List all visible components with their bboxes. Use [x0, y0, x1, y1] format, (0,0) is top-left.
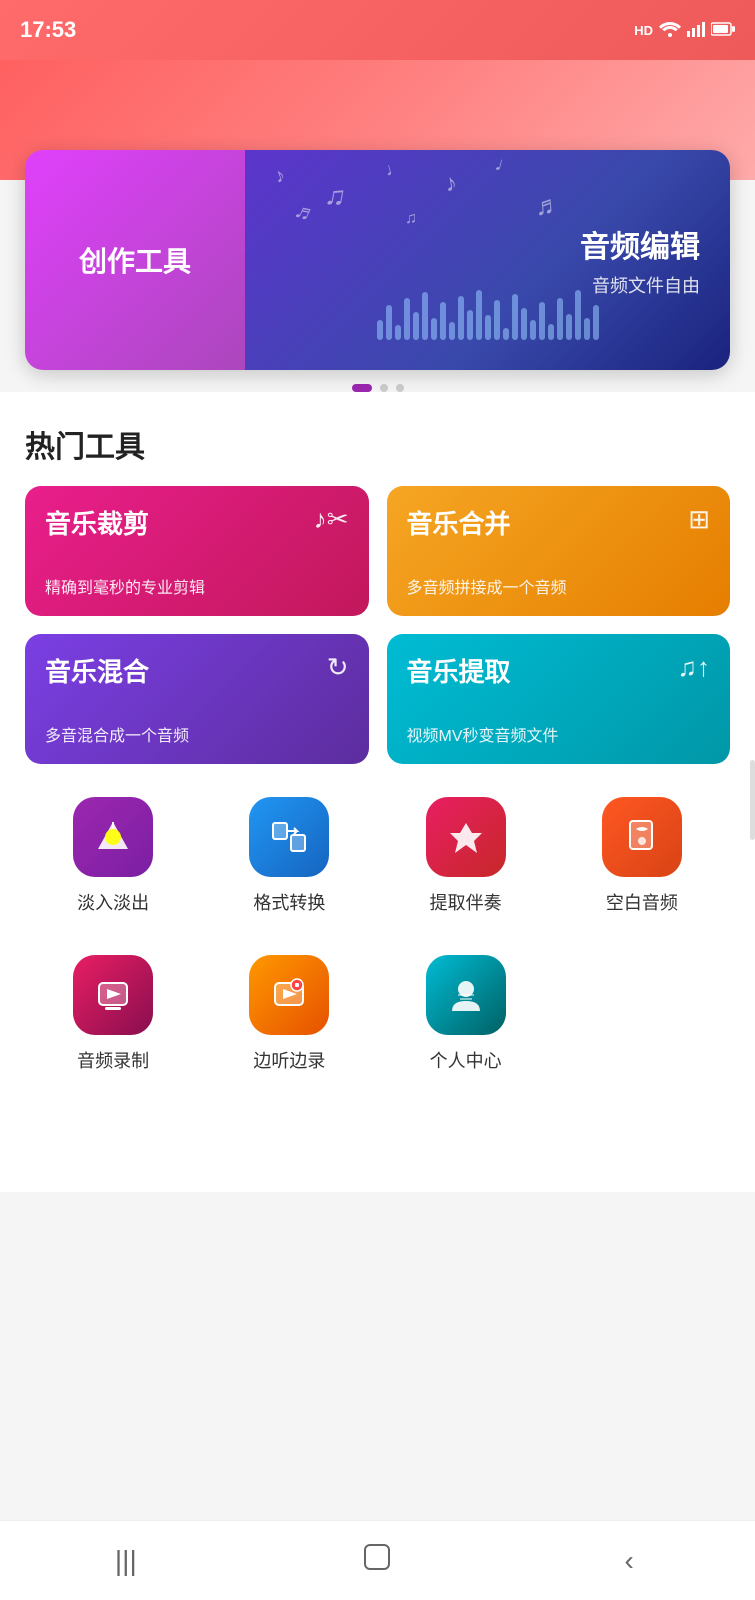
music-cut-header: 音乐裁剪 ♪✂: [45, 504, 349, 541]
music-cut-title: 音乐裁剪: [45, 504, 149, 541]
music-cut-card[interactable]: 音乐裁剪 ♪✂ 精确到毫秒的专业剪辑: [25, 486, 369, 616]
music-extract-card[interactable]: 音乐提取 ♫↑ 视频MV秒变音频文件: [387, 634, 731, 764]
music-merge-card[interactable]: 音乐合并 ⊞ 多音频拼接成一个音频: [387, 486, 731, 616]
format-convert-icon-bg: [249, 797, 329, 877]
dot-3[interactable]: [396, 384, 404, 392]
hd-badge: HD: [634, 23, 653, 38]
nav-home-button[interactable]: [347, 1541, 407, 1581]
personal-center-label: 个人中心: [430, 1047, 502, 1073]
listen-record-icon-bg: [249, 955, 329, 1035]
music-mix-title: 音乐混合: [45, 652, 149, 689]
format-convert-item[interactable]: 格式转换: [201, 782, 377, 930]
music-merge-icon: ⊞: [688, 504, 710, 535]
bottom-nav: ||| ‹: [0, 1520, 755, 1600]
content-area: 热门工具 音乐裁剪 ♪✂ 精确到毫秒的专业剪辑 音乐合并 ⊞ 多音频拼接成一个音…: [0, 392, 755, 1192]
fade-inout-label: 淡入淡出: [77, 889, 149, 915]
format-convert-label: 格式转换: [253, 889, 325, 915]
banner-right-title: 音频编辑: [580, 222, 700, 266]
status-bar: 17:53 HD: [0, 0, 755, 60]
nav-arrow-icon: ‹: [624, 1545, 633, 1577]
music-extract-header: 音乐提取 ♫↑: [407, 652, 711, 689]
extract-beat-icon-bg: [426, 797, 506, 877]
blank-audio-label: 空白音频: [606, 889, 678, 915]
nav-back-button[interactable]: |||: [96, 1541, 156, 1581]
tools-grid: 音乐裁剪 ♪✂ 精确到毫秒的专业剪辑 音乐合并 ⊞ 多音频拼接成一个音频 音乐混…: [0, 486, 755, 1088]
music-merge-header: 音乐合并 ⊞: [407, 504, 711, 541]
status-icons: HD: [634, 21, 735, 40]
waveform: [245, 290, 730, 340]
listen-record-item[interactable]: 边听边录: [201, 940, 377, 1088]
extract-beat-label: 提取伴奏: [430, 889, 502, 915]
music-extract-icon: ♫↑: [678, 652, 711, 683]
music-mix-subtitle: 多音混合成一个音频: [45, 722, 349, 746]
status-time: 17:53: [20, 17, 76, 43]
audio-record-label: 音频录制: [77, 1047, 149, 1073]
nav-home-icon: [361, 1541, 393, 1580]
section-title: 热门工具: [0, 392, 755, 486]
music-cut-subtitle: 精确到毫秒的专业剪辑: [45, 574, 349, 598]
music-merge-subtitle: 多音频拼接成一个音频: [407, 574, 711, 598]
music-merge-title: 音乐合并: [407, 504, 511, 541]
battery-icon: [711, 22, 735, 39]
music-mix-card[interactable]: 音乐混合 ↻ 多音混合成一个音频: [25, 634, 369, 764]
music-extract-subtitle: 视频MV秒变音频文件: [407, 722, 711, 746]
banner-container[interactable]: 创作工具 ♪ ♫ ♩ ♬ ♪ ♫ ♩ ♬: [25, 150, 730, 370]
audio-record-item[interactable]: 音频录制: [25, 940, 201, 1088]
signal-icon: [687, 21, 705, 40]
extract-beat-item[interactable]: 提取伴奏: [378, 782, 554, 930]
blank-audio-icon-bg: [602, 797, 682, 877]
music-mix-icon: ↻: [327, 652, 349, 683]
banner-dots: [25, 384, 730, 392]
wifi-icon: [659, 21, 681, 40]
banner-area: 创作工具 ♪ ♫ ♩ ♬ ♪ ♫ ♩ ♬: [0, 150, 755, 392]
scroll-indicator: [750, 760, 755, 840]
blank-audio-item[interactable]: 空白音频: [554, 782, 730, 930]
fade-inout-icon-bg: [73, 797, 153, 877]
nav-back-icon: |||: [115, 1545, 137, 1577]
big-cards-row-2: 音乐混合 ↻ 多音混合成一个音频 音乐提取 ♫↑ 视频MV秒变音频文件: [25, 634, 730, 764]
music-mix-header: 音乐混合 ↻: [45, 652, 349, 689]
dot-2[interactable]: [380, 384, 388, 392]
fade-inout-item[interactable]: 淡入淡出: [25, 782, 201, 930]
big-cards-row-1: 音乐裁剪 ♪✂ 精确到毫秒的专业剪辑 音乐合并 ⊞ 多音频拼接成一个音频: [25, 486, 730, 616]
small-icons-row-2: 音频录制 边听边录: [25, 940, 730, 1088]
personal-center-icon-bg: [426, 955, 506, 1035]
music-cut-icon: ♪✂: [314, 504, 349, 535]
audio-record-icon-bg: [73, 955, 153, 1035]
music-extract-title: 音乐提取: [407, 652, 511, 689]
small-icons-row-1: 淡入淡出 格式转换 提取伴奏: [25, 782, 730, 930]
banner-right-panel: ♪ ♫ ♩ ♬ ♪ ♫ ♩ ♬: [245, 150, 730, 370]
dot-1[interactable]: [352, 384, 372, 392]
personal-center-item[interactable]: 个人中心: [378, 940, 554, 1088]
banner-left-text: 创作工具: [79, 240, 191, 280]
nav-arrow-button[interactable]: ‹: [599, 1541, 659, 1581]
listen-record-label: 边听边录: [253, 1047, 325, 1073]
banner-left-panel: 创作工具: [25, 150, 245, 370]
